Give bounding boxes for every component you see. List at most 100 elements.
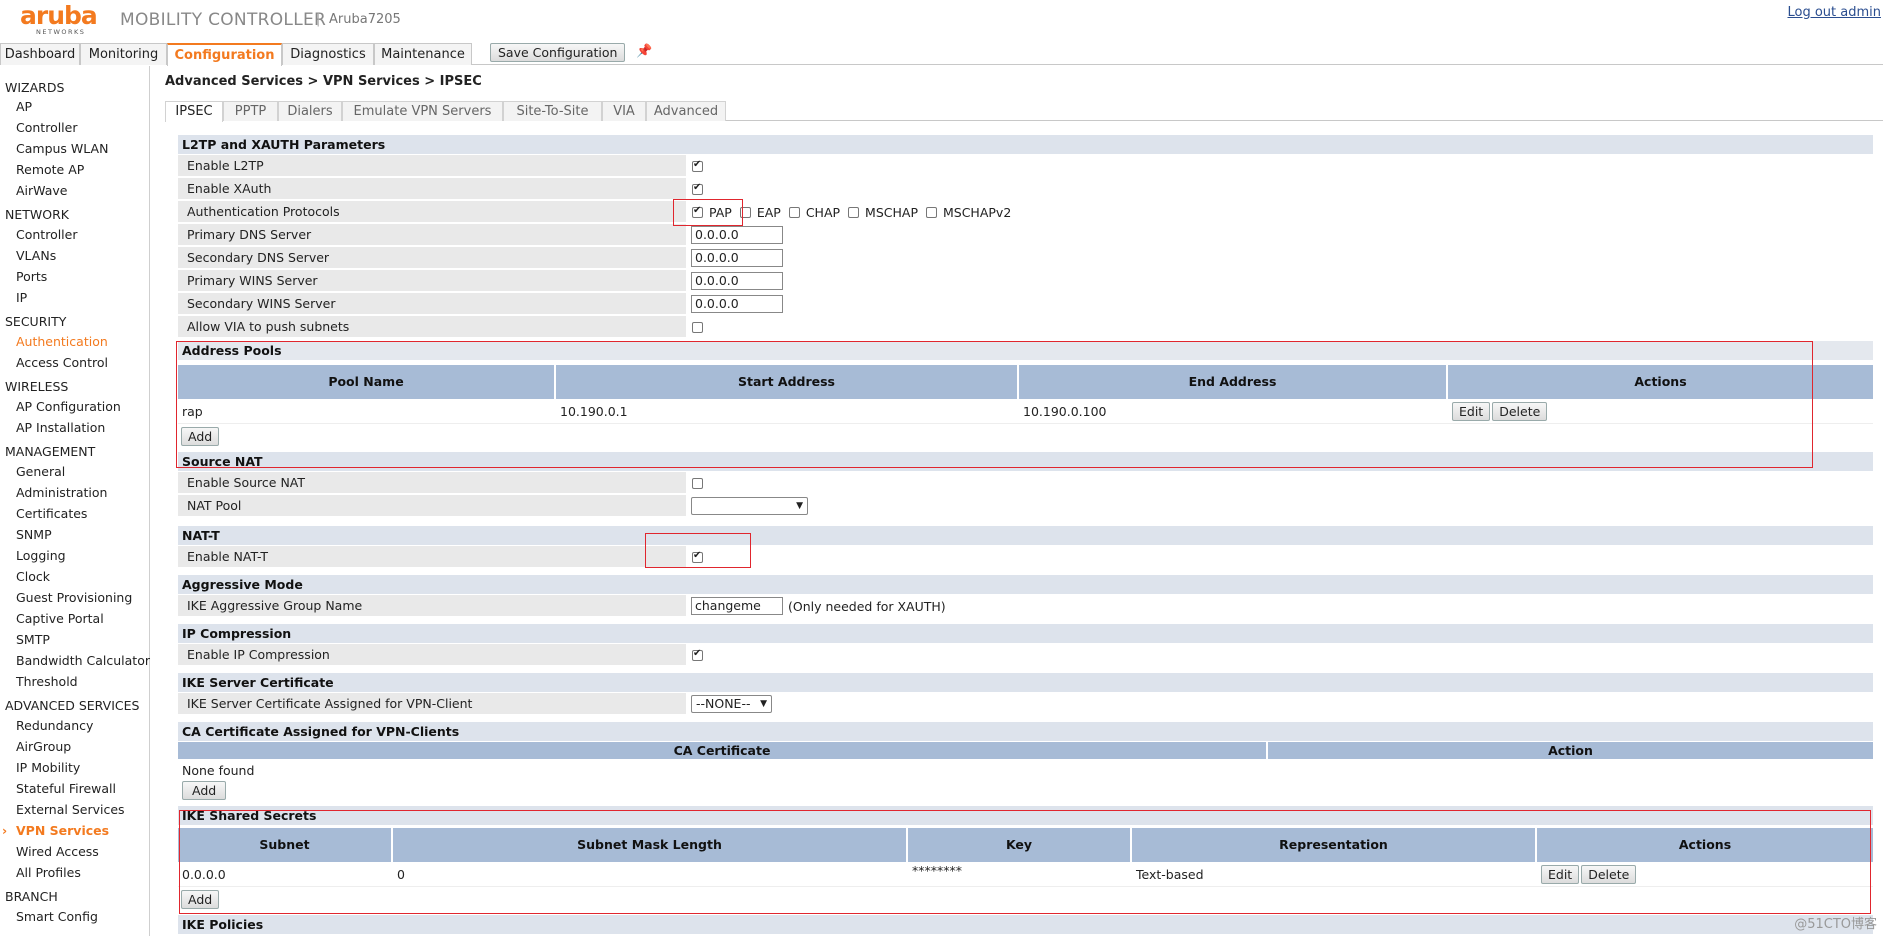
sidebar-item-authentication[interactable]: Authentication — [16, 334, 108, 349]
save-configuration-button[interactable]: Save Configuration — [490, 43, 626, 62]
sidebar-header-network: NETWORK — [5, 207, 69, 222]
label-secondary-dns: Secondary DNS Server — [178, 247, 686, 269]
tab-dashboard[interactable]: Dashboard — [0, 43, 80, 65]
sidebar-item-external-services[interactable]: External Services — [16, 802, 125, 817]
subtab-ipsec[interactable]: IPSEC — [165, 101, 223, 122]
ca-cert-header: CA Certificate Action — [178, 742, 1873, 759]
sidebar-item-ap-installation[interactable]: AP Installation — [16, 420, 105, 435]
label-auth-protocols: Authentication Protocols — [178, 201, 686, 223]
section-ike-server-certificate: IKE Server Certificate — [178, 673, 1873, 692]
sidebar-item-ip[interactable]: IP — [16, 290, 27, 305]
logout-link[interactable]: Log out admin — [1787, 5, 1881, 20]
mschapv2-checkbox[interactable] — [925, 206, 937, 218]
sidebar-item-wizard-ap[interactable]: AP — [16, 99, 32, 114]
sidebar-item-network-controller[interactable]: Controller — [16, 227, 78, 242]
ike-server-cert-select[interactable]: --NONE-- ▼ — [691, 695, 772, 713]
sidebar-item-all-profiles[interactable]: All Profiles — [16, 865, 81, 880]
pin-icon[interactable]: 📌 — [636, 44, 652, 59]
sidebar-item-smtp[interactable]: SMTP — [16, 632, 50, 647]
mschapv2-label: MSCHAPv2 — [942, 204, 1012, 220]
label-enable-ip-compression: Enable IP Compression — [178, 644, 686, 666]
header: aruba NETWORKS MOBILITY CONTROLLER | Aru… — [0, 0, 1883, 42]
subtab-via[interactable]: VIA — [602, 101, 646, 121]
nat-pool-select[interactable]: ▼ — [691, 497, 808, 515]
row-ike-server-cert: IKE Server Certificate Assigned for VPN-… — [178, 693, 1873, 716]
primary-wins-input[interactable]: 0.0.0.0 — [691, 272, 783, 290]
highlight-box-nat-t — [645, 533, 751, 568]
section-aggressive-mode: Aggressive Mode — [178, 575, 1873, 594]
sidebar-item-captive-portal[interactable]: Captive Portal — [16, 611, 104, 626]
subtab-dialers[interactable]: Dialers — [278, 101, 342, 121]
row-secondary-wins: Secondary WINS Server 0.0.0.0 — [178, 293, 1873, 316]
sidebar-item-vpn-services[interactable]: › VPN Services — [2, 823, 109, 838]
sidebar-item-administration[interactable]: Administration — [16, 485, 107, 500]
product-title: MOBILITY CONTROLLER — [120, 10, 327, 30]
sidebar-item-smart-config[interactable]: Smart Config — [16, 909, 98, 924]
sidebar-item-wizard-controller[interactable]: Controller — [16, 120, 78, 135]
sidebar-item-redundancy[interactable]: Redundancy — [16, 718, 93, 733]
sidebar-item-logging[interactable]: Logging — [16, 548, 66, 563]
sidebar-item-threshold[interactable]: Threshold — [16, 674, 78, 689]
secondary-dns-input[interactable]: 0.0.0.0 — [691, 249, 783, 267]
highlight-box-ike-secrets — [179, 810, 1871, 914]
secondary-wins-input[interactable]: 0.0.0.0 — [691, 295, 783, 313]
chap-checkbox[interactable] — [788, 206, 800, 218]
add-ca-certificate-button[interactable]: Add — [182, 781, 227, 800]
row-nat-pool: NAT Pool ▼ — [178, 495, 1873, 518]
tab-maintenance[interactable]: Maintenance — [374, 43, 472, 65]
sidebar-item-snmp[interactable]: SNMP — [16, 527, 52, 542]
tab-monitoring[interactable]: Monitoring — [80, 43, 167, 65]
row-ike-aggressive-group: IKE Aggressive Group Name changeme (Only… — [178, 595, 1873, 618]
sidebar-item-stateful-firewall[interactable]: Stateful Firewall — [16, 781, 116, 796]
allow-via-checkbox[interactable] — [692, 321, 703, 333]
aggressive-note: (Only needed for XAUTH) — [788, 598, 946, 614]
sidebar-item-remote-ap[interactable]: Remote AP — [16, 162, 84, 177]
row-enable-l2tp: Enable L2TP — [178, 155, 1873, 178]
subtab-site-to-site[interactable]: Site-To-Site — [503, 101, 602, 121]
sidebar-item-vlans[interactable]: VLANs — [16, 248, 56, 263]
section-ip-compression: IP Compression — [178, 624, 1873, 643]
sidebar-item-clock[interactable]: Clock — [16, 569, 50, 584]
ike-server-cert-value: --NONE-- — [696, 696, 751, 711]
sidebar-item-ports[interactable]: Ports — [16, 269, 47, 284]
enable-ip-compression-checkbox[interactable] — [692, 648, 703, 661]
sidebar-item-airwave[interactable]: AirWave — [16, 183, 67, 198]
row-enable-xauth: Enable XAuth — [178, 178, 1873, 201]
enable-l2tp-checkbox[interactable] — [692, 159, 703, 172]
sidebar-item-bandwidth-calculator[interactable]: Bandwidth Calculator — [16, 653, 150, 668]
chap-label: CHAP — [805, 204, 841, 220]
row-enable-source-nat: Enable Source NAT — [178, 472, 1873, 495]
highlight-box-pap — [673, 199, 743, 226]
top-nav: Dashboard Monitoring Configuration Diagn… — [0, 43, 1883, 66]
sidebar-header-wireless: WIRELESS — [5, 379, 69, 394]
subtab-emulate-vpn-servers[interactable]: Emulate VPN Servers — [342, 101, 503, 121]
sidebar-item-access-control[interactable]: Access Control — [16, 355, 108, 370]
sidebar-item-certificates[interactable]: Certificates — [16, 506, 87, 521]
label-allow-via: Allow VIA to push subnets — [178, 316, 686, 338]
mschap-checkbox[interactable] — [848, 206, 860, 218]
ike-aggressive-group-input[interactable]: changeme — [691, 597, 783, 615]
tab-configuration[interactable]: Configuration — [167, 43, 282, 66]
sidebar-item-wired-access[interactable]: Wired Access — [16, 844, 99, 859]
sidebar-item-airgroup[interactable]: AirGroup — [16, 739, 71, 754]
ca-none-found: None found — [182, 763, 255, 778]
sidebar-item-ip-mobility[interactable]: IP Mobility — [16, 760, 80, 775]
sidebar-item-ap-configuration[interactable]: AP Configuration — [16, 399, 121, 414]
tab-diagnostics[interactable]: Diagnostics — [282, 43, 374, 65]
label-ike-server-cert: IKE Server Certificate Assigned for VPN-… — [178, 693, 686, 715]
sidebar-header-management: MANAGEMENT — [5, 444, 96, 459]
subtab-pptp[interactable]: PPTP — [223, 101, 278, 121]
label-primary-wins: Primary WINS Server — [178, 270, 686, 292]
sidebar-item-campus-wlan[interactable]: Campus WLAN — [16, 141, 108, 156]
enable-xauth-checkbox[interactable] — [692, 182, 703, 195]
eap-label: EAP — [756, 204, 781, 220]
watermark: @51CTO博客 — [1794, 917, 1877, 932]
row-secondary-dns: Secondary DNS Server 0.0.0.0 — [178, 247, 1873, 270]
sidebar-item-general[interactable]: General — [16, 464, 65, 479]
subtab-advanced[interactable]: Advanced — [646, 101, 726, 121]
enable-source-nat-checkbox[interactable] — [692, 477, 703, 489]
sidebar-item-guest-provisioning[interactable]: Guest Provisioning — [16, 590, 132, 605]
primary-dns-input[interactable]: 0.0.0.0 — [691, 226, 783, 244]
chevron-down-icon: ▼ — [796, 501, 803, 511]
chevron-down-icon: ▼ — [760, 699, 767, 709]
